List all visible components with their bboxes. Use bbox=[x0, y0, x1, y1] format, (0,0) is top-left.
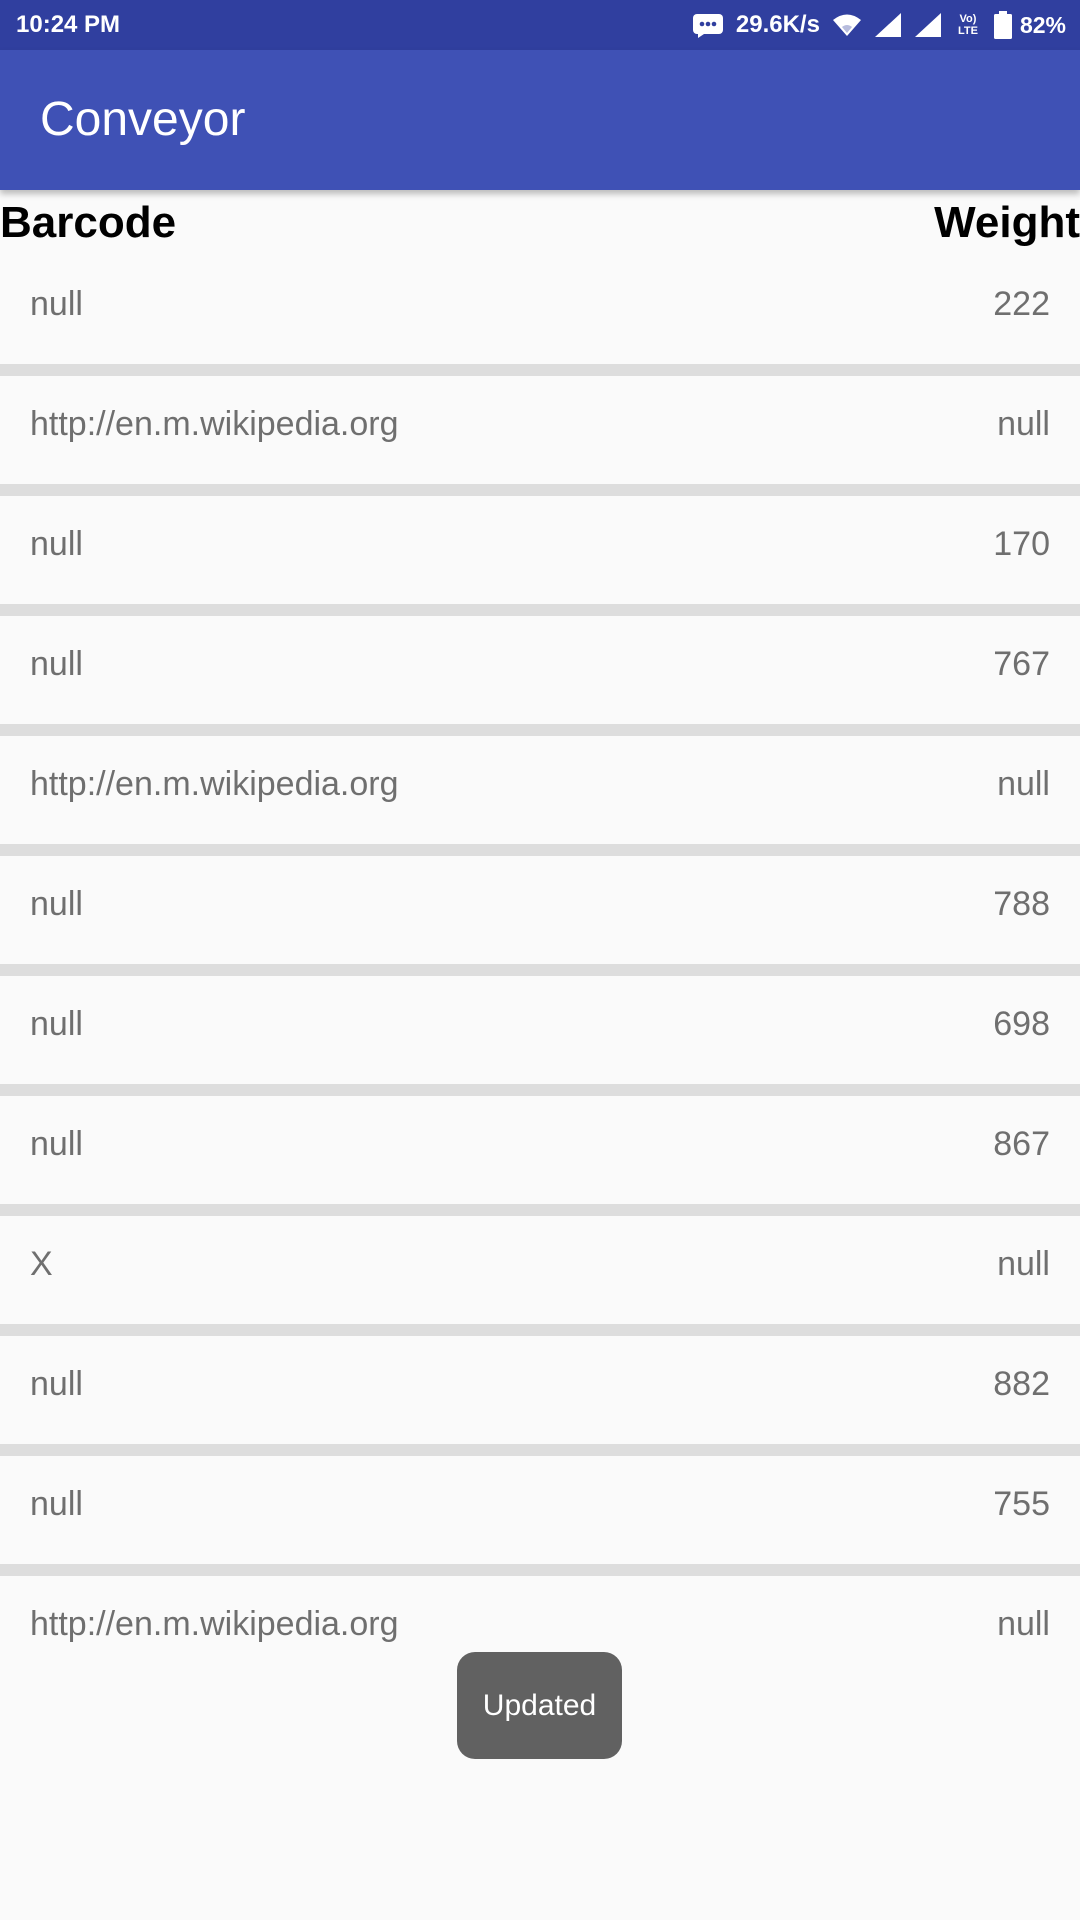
barcode-value: http://en.m.wikipedia.org bbox=[30, 1605, 399, 1643]
battery-icon bbox=[993, 11, 1012, 39]
list-item[interactable]: http://en.m.wikipedia.org null bbox=[0, 736, 1080, 856]
signal-icon-2 bbox=[914, 12, 942, 38]
weight-value: 698 bbox=[993, 1005, 1050, 1043]
list-item[interactable]: X null bbox=[0, 1216, 1080, 1336]
barcode-value: X bbox=[30, 1245, 53, 1283]
weight-value: 170 bbox=[993, 525, 1050, 563]
message-icon bbox=[692, 12, 724, 38]
volte-top: Vo) bbox=[959, 13, 977, 25]
weight-column-header: Weight bbox=[934, 198, 1080, 247]
barcode-value: null bbox=[30, 885, 83, 923]
barcode-value: null bbox=[30, 285, 83, 323]
weight-value: 882 bbox=[993, 1365, 1050, 1403]
barcode-value: http://en.m.wikipedia.org bbox=[30, 765, 399, 803]
barcode-value: null bbox=[30, 1365, 83, 1403]
weight-value: 755 bbox=[993, 1485, 1050, 1523]
network-speed: 29.6K/s bbox=[735, 11, 820, 38]
barcode-value: http://en.m.wikipedia.org bbox=[30, 405, 399, 443]
volte-indicator: Vo) LTE bbox=[954, 13, 982, 37]
weight-value: 867 bbox=[993, 1125, 1050, 1163]
conveyor-list[interactable]: null 222 http://en.m.wikipedia.org null … bbox=[0, 256, 1080, 1684]
list-item[interactable]: null 698 bbox=[0, 976, 1080, 1096]
barcode-value: null bbox=[30, 645, 83, 683]
volte-bottom: LTE bbox=[957, 25, 978, 37]
weight-value: null bbox=[997, 405, 1050, 443]
list-item[interactable]: null 170 bbox=[0, 496, 1080, 616]
barcode-value: null bbox=[30, 1485, 83, 1523]
list-item[interactable]: http://en.m.wikipedia.org null bbox=[0, 376, 1080, 496]
list-item[interactable]: null 755 bbox=[0, 1456, 1080, 1576]
barcode-value: null bbox=[30, 1005, 83, 1043]
barcode-column-header: Barcode bbox=[0, 198, 177, 247]
weight-value: 222 bbox=[993, 285, 1050, 323]
list-item[interactable]: null 867 bbox=[0, 1096, 1080, 1216]
toast-message: Updated bbox=[457, 1652, 622, 1759]
signal-icon bbox=[874, 12, 902, 38]
weight-value: null bbox=[997, 765, 1050, 803]
list-item[interactable]: null 882 bbox=[0, 1336, 1080, 1456]
status-time: 10:24 PM bbox=[16, 11, 121, 38]
weight-value: 767 bbox=[993, 645, 1050, 683]
app-title: Conveyor bbox=[40, 93, 246, 146]
wifi-icon bbox=[832, 13, 862, 37]
status-icons: 29.6K/s Vo) LTE 82% bbox=[680, 0, 1066, 50]
barcode-value: null bbox=[30, 1125, 83, 1163]
list-item[interactable]: null 222 bbox=[0, 256, 1080, 376]
battery-percent: 82% bbox=[1019, 11, 1066, 38]
weight-value: 788 bbox=[993, 885, 1050, 923]
app-bar: Conveyor bbox=[0, 50, 1080, 190]
list-item[interactable]: null 767 bbox=[0, 616, 1080, 736]
barcode-value: null bbox=[30, 525, 83, 563]
weight-value: null bbox=[997, 1245, 1050, 1283]
status-bar: 10:24 PM 29.6K/s Vo) LTE 82% bbox=[0, 0, 1080, 50]
weight-value: null bbox=[997, 1605, 1050, 1643]
list-item[interactable]: null 788 bbox=[0, 856, 1080, 976]
